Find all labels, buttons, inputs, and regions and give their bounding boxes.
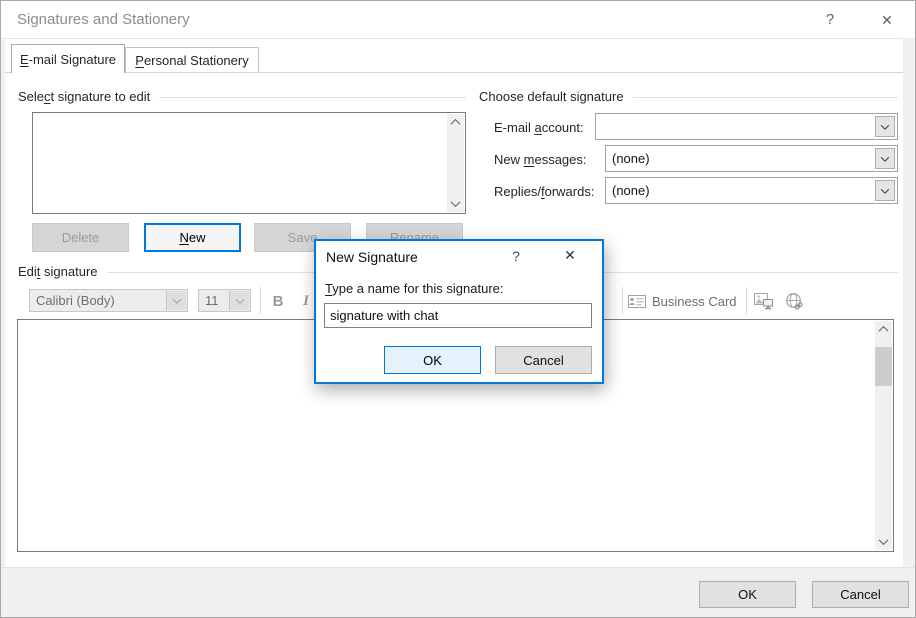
signature-name-label: Type a name for this signature: (325, 281, 504, 296)
tab-email-signature[interactable]: E-mail Signature (11, 44, 125, 73)
replies-forwards-label: Replies/forwards: (494, 184, 594, 199)
tab-personal-stationery[interactable]: Personal Stationery (125, 47, 259, 72)
tab-strip-divider (5, 72, 903, 73)
toolbar-separator (622, 287, 623, 314)
insert-picture-icon (754, 293, 774, 310)
font-family-value: Calibri (Body) (30, 290, 187, 308)
modal-ok-button[interactable]: OK (384, 346, 481, 374)
tab-personal-stationery-label: Personal Stationery (135, 53, 248, 68)
signature-listbox[interactable] (32, 112, 466, 214)
new-signature-dialog: New Signature ? ✕ Type a name for this s… (314, 239, 604, 384)
bold-icon: B (273, 293, 284, 310)
chevron-down-icon[interactable] (166, 291, 186, 310)
select-signature-label: Select signature to edit (18, 89, 150, 104)
editor-scrollbar[interactable] (875, 321, 892, 550)
chevron-down-icon[interactable] (875, 180, 895, 201)
insert-hyperlink-icon (785, 293, 804, 310)
close-icon[interactable]: ✕ (556, 247, 584, 264)
ok-button[interactable]: OK (699, 581, 796, 608)
bold-button[interactable]: B (267, 288, 289, 314)
edit-signature-label: Edit signature (18, 264, 98, 279)
replies-forwards-combobox[interactable]: (none) (605, 177, 898, 204)
insert-hyperlink-button[interactable] (782, 290, 806, 312)
chevron-down-icon[interactable] (875, 116, 895, 137)
business-card-icon (628, 295, 646, 308)
scroll-up-icon[interactable] (447, 114, 464, 131)
signature-name-input[interactable] (324, 303, 592, 328)
window-title: Signatures and Stationery (17, 11, 190, 28)
scrollbar-thumb[interactable] (875, 347, 892, 386)
email-account-combobox[interactable] (595, 113, 898, 140)
listbox-scrollbar[interactable] (447, 114, 464, 212)
select-signature-group-header: Select signature to edit (18, 89, 466, 104)
chevron-down-icon[interactable] (229, 291, 249, 310)
toolbar-separator (746, 287, 747, 314)
business-card-label: Business Card (652, 294, 737, 309)
scroll-down-icon[interactable] (447, 195, 464, 212)
scroll-up-icon[interactable] (875, 321, 892, 338)
cancel-button[interactable]: Cancel (812, 581, 909, 608)
new-signature-title: New Signature (326, 249, 418, 265)
group-rule (159, 97, 466, 98)
new-button-label: New (179, 230, 205, 245)
group-rule (633, 97, 898, 98)
new-messages-value: (none) (606, 146, 897, 166)
replies-forwards-value: (none) (606, 178, 897, 198)
new-button[interactable]: New (144, 223, 241, 252)
signatures-and-stationery-dialog: Signatures and Stationery ? ✕ E-mail Sig… (0, 0, 916, 618)
email-account-label: E-mail account: (494, 120, 584, 135)
insert-picture-button[interactable] (752, 290, 776, 312)
new-messages-combobox[interactable]: (none) (605, 145, 898, 172)
delete-button[interactable]: Delete (32, 223, 129, 252)
new-messages-label: New messages: (494, 152, 587, 167)
default-signature-group-header: Choose default signature (479, 89, 898, 104)
italic-icon: I (303, 293, 309, 310)
scroll-down-icon[interactable] (875, 533, 892, 550)
title-bar: Signatures and Stationery ? ✕ (1, 1, 915, 39)
font-family-combobox[interactable]: Calibri (Body) (29, 289, 188, 312)
help-icon[interactable]: ? (504, 248, 528, 264)
font-size-combobox[interactable]: 11 (198, 289, 251, 312)
modal-cancel-button[interactable]: Cancel (495, 346, 592, 374)
toolbar-separator (260, 287, 261, 314)
business-card-button[interactable]: Business Card (628, 288, 737, 314)
close-icon[interactable]: ✕ (873, 8, 901, 32)
email-account-value (596, 114, 897, 119)
help-icon[interactable]: ? (816, 8, 844, 32)
default-signature-label: Choose default signature (479, 89, 624, 104)
chevron-down-icon[interactable] (875, 148, 895, 169)
tab-email-signature-label: E-mail Signature (20, 52, 116, 67)
